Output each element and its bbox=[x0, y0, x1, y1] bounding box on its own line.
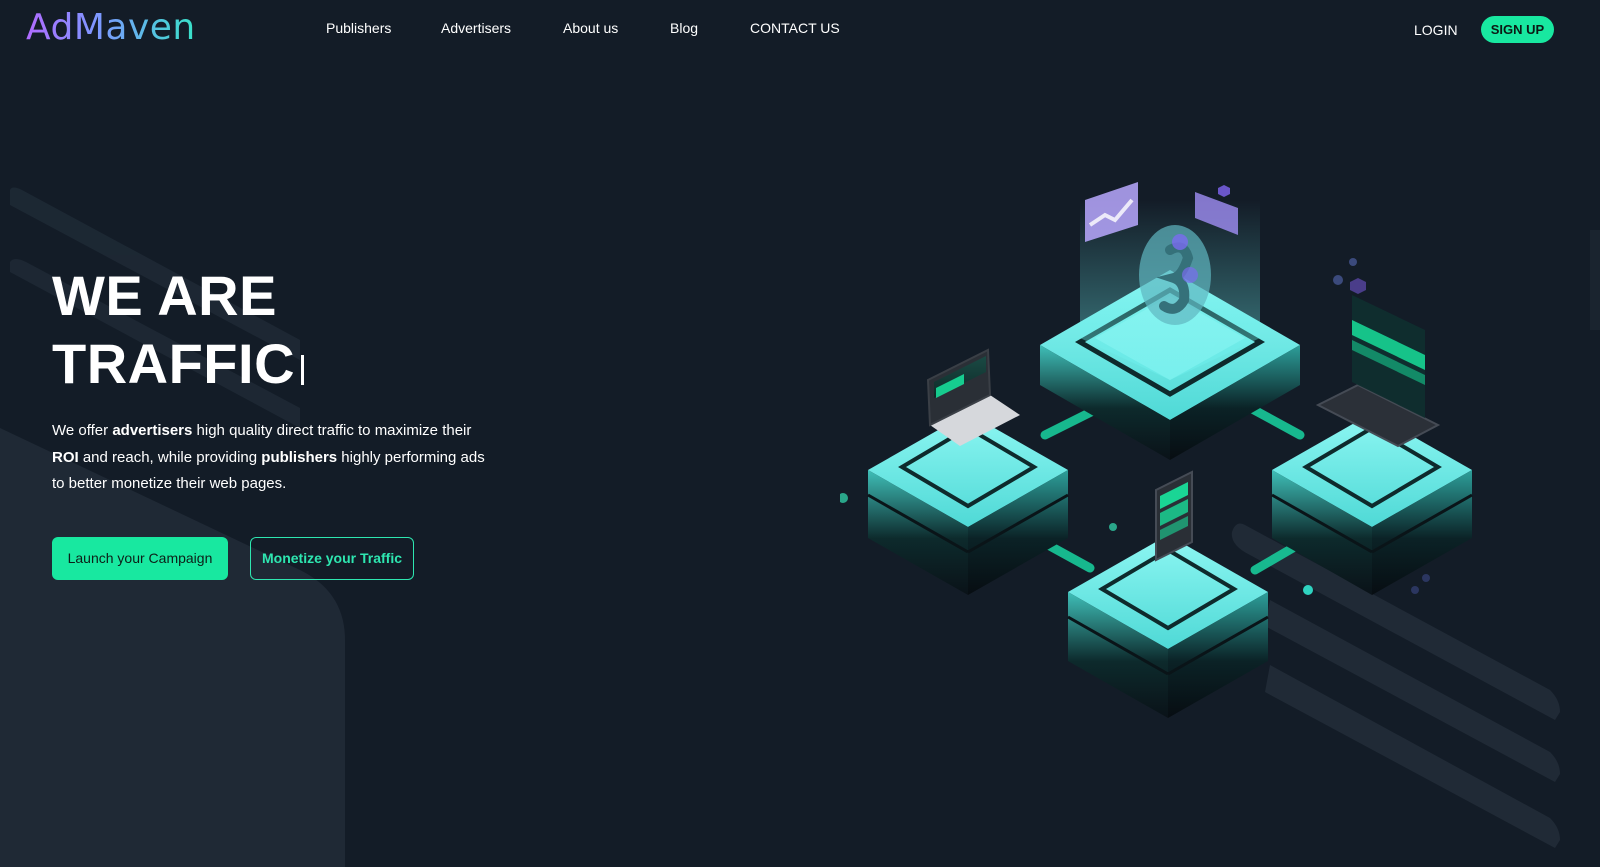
hero-description: We offer advertisers high quality direct… bbox=[52, 418, 492, 498]
nav-publishers[interactable]: Publishers bbox=[326, 18, 391, 38]
hero-title-line2: TRAFFIC bbox=[52, 330, 305, 398]
hero-title-line1: WE ARE bbox=[52, 264, 277, 327]
site-header: AdMaven Publishers Advertisers About us … bbox=[0, 0, 1600, 60]
nav-advertisers[interactable]: Advertisers bbox=[441, 18, 511, 38]
desc-text-3: and reach, while providing bbox=[78, 448, 262, 466]
typing-cursor bbox=[301, 355, 305, 385]
hero-title-line2-text: TRAFFIC bbox=[52, 332, 296, 395]
nav-blog[interactable]: Blog bbox=[670, 18, 698, 38]
desc-text-2: high quality direct traffic to maximize … bbox=[192, 422, 472, 439]
admaven-logo[interactable]: AdMaven bbox=[26, 6, 196, 50]
isometric-network-illustration bbox=[840, 182, 1473, 718]
nav-contact-us[interactable]: CONTACT US bbox=[750, 18, 840, 38]
landing-page: AdMaven Publishers Advertisers About us … bbox=[0, 0, 1600, 867]
login-link[interactable]: LOGIN bbox=[1414, 20, 1458, 40]
signup-button[interactable]: SIGN UP bbox=[1481, 16, 1554, 43]
right-server-block bbox=[1271, 295, 1473, 595]
bottom-server-block bbox=[1067, 470, 1269, 718]
launch-campaign-button[interactable]: Launch your Campaign bbox=[52, 537, 228, 580]
left-server-block bbox=[867, 348, 1069, 595]
desc-bold-roi: ROI bbox=[52, 448, 79, 466]
desc-text-1: We offer bbox=[52, 422, 113, 439]
desc-bold-publishers: publishers bbox=[261, 448, 338, 466]
monetize-traffic-button[interactable]: Monetize your Traffic bbox=[250, 537, 414, 580]
desc-bold-advertisers: advertisers bbox=[112, 422, 193, 439]
hero-title: WE ARE TRAFFIC bbox=[52, 262, 305, 398]
nav-about-us[interactable]: About us bbox=[563, 18, 618, 38]
